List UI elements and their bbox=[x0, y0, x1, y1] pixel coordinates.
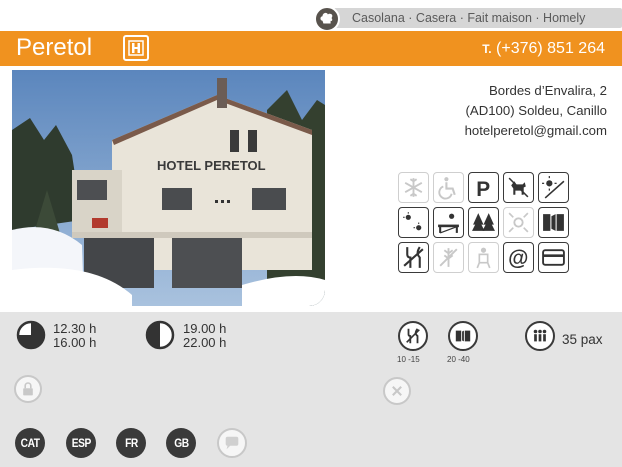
lunch-clock-icon bbox=[16, 320, 46, 350]
svg-text:@: @ bbox=[508, 247, 528, 270]
lock-icon bbox=[14, 375, 42, 403]
phone-prefix: T. bbox=[482, 42, 492, 56]
cuisine-tag: Casolana · Casera · Fait maison · Homely bbox=[334, 8, 622, 28]
lang-fr-badge: FR bbox=[116, 428, 146, 458]
dinner-close-time: 22.00 h bbox=[183, 335, 227, 350]
address-line1: Bordes d’Envalira, 2 bbox=[488, 83, 607, 98]
address-block: Bordes d’Envalira, 2 (AD100) Soldeu, Can… bbox=[465, 81, 607, 141]
cuisine-label: Casolana · Casera · Fait maison · Homely bbox=[352, 11, 586, 25]
hotel-name: Peretol bbox=[16, 34, 93, 61]
header-bar: Peretol T. (+376) 851 264 bbox=[0, 31, 622, 66]
lang-cat-label: CAT bbox=[20, 436, 40, 450]
svg-text:P: P bbox=[476, 178, 490, 200]
wheelchair-access-icon bbox=[433, 172, 464, 203]
hotel-photo: HOTEL PERETOL bbox=[12, 70, 325, 306]
carta-book-icon bbox=[448, 321, 478, 351]
no-cutlery-icon bbox=[398, 242, 429, 273]
sun-bench-icon bbox=[433, 207, 464, 238]
baby-chair-icon bbox=[468, 242, 499, 273]
carta-price-range: 20 -40 bbox=[447, 355, 470, 364]
hotel-h-icon bbox=[123, 35, 149, 61]
address-line2: (AD100) Soldeu, Canillo bbox=[465, 103, 607, 118]
credit-card-icon bbox=[538, 242, 569, 273]
dinner-open-time: 19.00 h bbox=[183, 321, 227, 336]
speech-bubble-icon bbox=[217, 428, 247, 458]
email-link[interactable]: hotelperetol@gmail.com bbox=[465, 121, 607, 141]
phone-value: (+376) 851 264 bbox=[496, 40, 605, 57]
lunch-close-time: 16.00 h bbox=[53, 335, 97, 350]
forest-icon bbox=[468, 207, 499, 238]
capacity-pax: 35 pax bbox=[562, 332, 603, 347]
chef-hat-icon bbox=[314, 6, 340, 32]
lang-gb-badge: GB bbox=[166, 428, 196, 458]
menu-price-range: 10 -15 bbox=[397, 355, 420, 364]
lang-cat-badge: CAT bbox=[15, 428, 45, 458]
lunch-open-time: 12.30 h bbox=[53, 321, 97, 336]
capacity-people-icon bbox=[525, 321, 555, 351]
hotel-sign: HOTEL PERETOL bbox=[157, 158, 266, 173]
lang-gb-label: GB bbox=[173, 436, 189, 450]
pets-allowed-icon bbox=[503, 172, 534, 203]
lang-fr-label: FR bbox=[124, 436, 138, 450]
close-icon[interactable] bbox=[383, 377, 411, 405]
email-at-icon: @ bbox=[503, 242, 534, 273]
air-conditioning-icon bbox=[398, 172, 429, 203]
sun-terrace-icon bbox=[538, 172, 569, 203]
phone-number[interactable]: T. (+376) 851 264 bbox=[482, 40, 605, 58]
dinner-clock-icon bbox=[145, 320, 175, 350]
lang-esp-badge: ESP bbox=[66, 428, 96, 458]
menu-cutlery-icon bbox=[398, 321, 428, 351]
terrace-icon bbox=[398, 207, 429, 238]
lang-esp-label: ESP bbox=[71, 436, 91, 450]
parking-icon: P bbox=[468, 172, 499, 203]
view-icon bbox=[503, 207, 534, 238]
gluten-free-icon bbox=[433, 242, 464, 273]
menu-icon bbox=[538, 207, 569, 238]
